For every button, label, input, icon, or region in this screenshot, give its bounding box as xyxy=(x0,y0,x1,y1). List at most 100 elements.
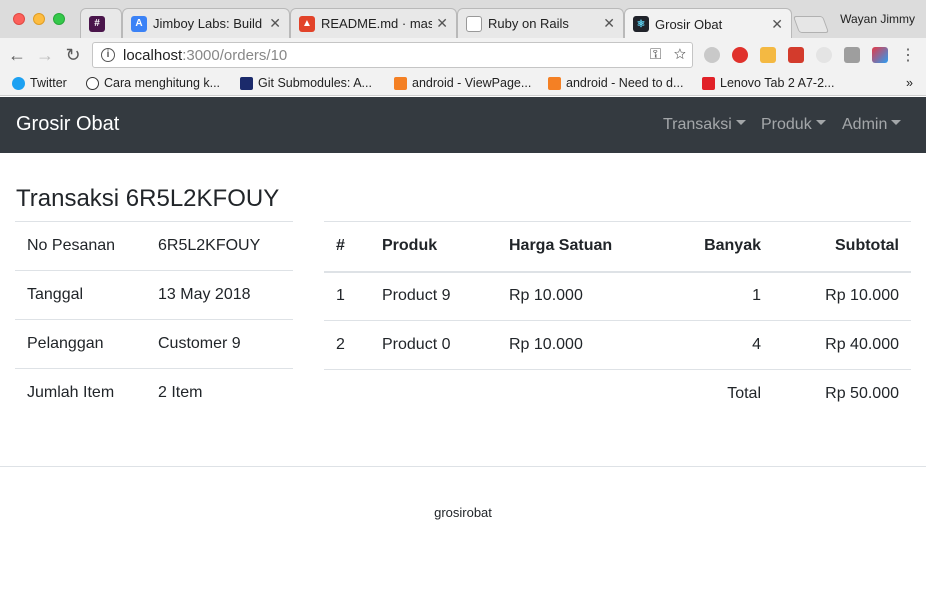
column-header: Produk xyxy=(370,221,497,273)
column-header: # xyxy=(324,221,370,273)
tab-title: Jimboy Labs: Build S xyxy=(153,16,266,31)
page-title: Transaksi 6R5L2KFOUY xyxy=(16,185,280,212)
star-icon[interactable]: ☆ xyxy=(674,46,686,63)
cell-product: Product 9 xyxy=(370,271,497,321)
column-header: Subtotal xyxy=(773,221,911,273)
maximize-window-button[interactable] xyxy=(53,13,65,25)
table-row: 2 Product 0 Rp 10.000 4 Rp 40.000 xyxy=(324,320,911,370)
address-bar[interactable]: i localhost:3000/orders/10 ⚿ ☆ xyxy=(92,42,693,68)
nav-label: Produk xyxy=(761,116,812,133)
info-value: Customer 9 xyxy=(146,319,293,369)
bookmark-label: Cara menghitung k... xyxy=(104,76,221,90)
bookmark-item[interactable]: Git Submodules: A... xyxy=(240,76,372,90)
caret-down-icon xyxy=(815,120,826,126)
nav-label: Admin xyxy=(842,116,888,133)
bookmark-label: Lenovo Tab 2 A7-2... xyxy=(720,76,835,90)
forward-arrow-icon[interactable]: → xyxy=(34,45,56,66)
extension-icon[interactable] xyxy=(760,47,776,63)
app-navbar: Grosir Obat Transaksi Produk Admin xyxy=(0,97,926,153)
close-tab-icon[interactable]: ✕ xyxy=(771,16,783,33)
extension-icon[interactable] xyxy=(704,47,720,63)
site-icon xyxy=(702,76,715,90)
url-path: :3000/orders/10 xyxy=(182,46,288,64)
bookmark-item[interactable]: android - Need to d... xyxy=(548,76,683,90)
browser-tab-slack[interactable]: # xyxy=(80,8,122,38)
key-icon[interactable]: ⚿ xyxy=(650,46,661,63)
nav-dropdown-admin[interactable]: Admin xyxy=(842,116,902,134)
extension-icon[interactable] xyxy=(844,47,860,63)
omnibox-actions: ⚿ ☆ xyxy=(650,46,686,63)
bookmark-label: android - Need to d... xyxy=(566,76,684,90)
app-store-icon: A xyxy=(131,15,147,32)
info-icon[interactable]: i xyxy=(101,48,115,62)
cell-quantity: 1 xyxy=(642,271,773,321)
bookmark-item[interactable]: Cara menghitung k... xyxy=(86,76,220,90)
browser-tab-readme[interactable]: ▲ README.md · maste ✕ xyxy=(290,8,457,38)
order-items-table: # Produk Harga Satuan Banyak Subtotal 1 … xyxy=(324,221,911,419)
minimize-window-button[interactable] xyxy=(33,13,45,25)
column-header: Harga Satuan xyxy=(497,221,642,273)
footer-divider xyxy=(0,466,926,467)
info-row: Pelanggan Customer 9 xyxy=(15,319,293,369)
browser-toolbar: ← → ↻ i localhost:3000/orders/10 ⚿ ☆ ⋮ xyxy=(0,38,926,72)
slack-icon: # xyxy=(89,15,105,32)
new-tab-button[interactable] xyxy=(792,16,830,33)
close-tab-icon[interactable]: ✕ xyxy=(603,15,615,32)
react-icon: ⚛ xyxy=(633,16,649,32)
info-value: 13 May 2018 xyxy=(146,270,293,320)
bookmarks-bar: Twitter Cara menghitung k... Git Submodu… xyxy=(0,72,926,96)
order-info-table: No Pesanan 6R5L2KFOUY Tanggal 13 May 201… xyxy=(15,221,293,418)
info-row: Tanggal 13 May 2018 xyxy=(15,270,293,320)
reload-icon[interactable]: ↻ xyxy=(62,45,84,66)
back-arrow-icon[interactable]: ← xyxy=(6,45,28,66)
document-icon xyxy=(466,15,482,32)
extension-icon[interactable] xyxy=(872,47,888,63)
table-row: 1 Product 9 Rp 10.000 1 Rp 10.000 xyxy=(324,271,911,321)
browser-tab-jimboy[interactable]: A Jimboy Labs: Build S ✕ xyxy=(122,8,290,38)
total-label: Total xyxy=(324,369,773,419)
info-label: Tanggal xyxy=(15,270,146,320)
site-icon xyxy=(86,76,99,90)
nav-label: Transaksi xyxy=(663,116,732,133)
footer-text: grosirobat xyxy=(434,505,492,520)
extension-icon[interactable] xyxy=(788,47,804,63)
bookmark-label: android - ViewPage... xyxy=(412,76,532,90)
cell-price: Rp 10.000 xyxy=(497,271,642,321)
info-value: 6R5L2KFOUY xyxy=(146,221,293,271)
extension-icon[interactable] xyxy=(816,47,832,63)
cell-subtotal: Rp 10.000 xyxy=(773,271,911,321)
extension-icon[interactable] xyxy=(732,47,748,63)
caret-down-icon xyxy=(735,120,746,126)
site-icon xyxy=(240,76,253,90)
browser-tab-rails[interactable]: Ruby on Rails ✕ xyxy=(457,8,624,38)
bookmark-item[interactable]: Twitter xyxy=(12,76,67,90)
column-header: Banyak xyxy=(642,221,773,273)
total-row: Total Rp 50.000 xyxy=(324,369,911,419)
stackoverflow-icon xyxy=(548,76,561,90)
close-tab-icon[interactable]: ✕ xyxy=(436,15,448,32)
tab-title: README.md · maste xyxy=(321,16,432,31)
url-host: localhost xyxy=(123,46,183,64)
close-tab-icon[interactable]: ✕ xyxy=(269,15,281,32)
cell-subtotal: Rp 40.000 xyxy=(773,320,911,370)
browser-tab-grosir[interactable]: ⚛ Grosir Obat ✕ xyxy=(624,8,792,39)
profile-name[interactable]: Wayan Jimmy xyxy=(840,12,915,26)
tab-title: Ruby on Rails xyxy=(488,16,569,31)
cell-price: Rp 10.000 xyxy=(497,320,642,370)
info-row: Jumlah Item 2 Item xyxy=(15,368,293,418)
cell-quantity: 4 xyxy=(642,320,773,370)
info-value: 2 Item xyxy=(146,368,293,418)
total-value: Rp 50.000 xyxy=(773,369,911,419)
caret-down-icon xyxy=(891,120,902,126)
close-window-button[interactable] xyxy=(13,13,25,25)
menu-icon[interactable]: ⋮ xyxy=(897,45,919,65)
bookmarks-overflow-button[interactable]: » xyxy=(906,76,913,90)
browser-tabstrip: # A Jimboy Labs: Build S ✕ ▲ README.md ·… xyxy=(0,0,926,39)
nav-dropdown-transaksi[interactable]: Transaksi xyxy=(663,116,746,134)
info-label: Pelanggan xyxy=(15,319,146,369)
bookmark-item[interactable]: Lenovo Tab 2 A7-2... xyxy=(702,76,834,90)
info-label: Jumlah Item xyxy=(15,368,146,418)
nav-dropdown-produk[interactable]: Produk xyxy=(761,116,826,134)
brand-link[interactable]: Grosir Obat xyxy=(16,113,119,136)
bookmark-item[interactable]: android - ViewPage... xyxy=(394,76,531,90)
